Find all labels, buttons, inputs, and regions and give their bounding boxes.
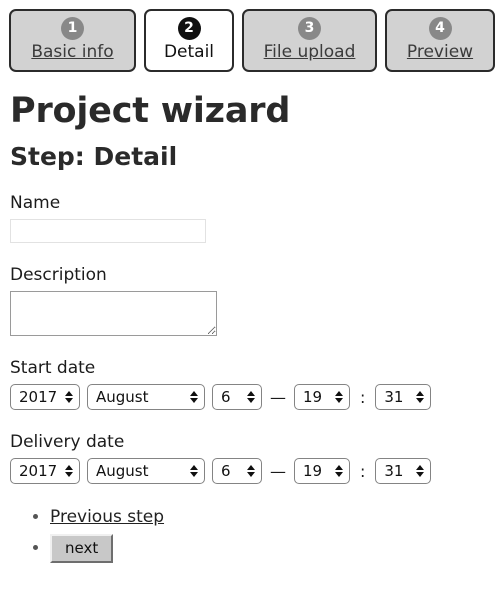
spinner-arrows-icon: [65, 465, 73, 477]
delivery-date-year-value: 2017: [19, 462, 58, 480]
spinner-arrows-icon: [416, 391, 425, 403]
start-date-day-value: 6: [221, 388, 231, 406]
start-date-month-value: August: [96, 388, 149, 406]
delivery-date-minute-value: 31: [384, 462, 404, 480]
spinner-arrows-icon: [190, 391, 198, 403]
step-subtitle: Step: Detail: [10, 142, 178, 171]
start-date-month-select[interactable]: August: [87, 384, 205, 410]
delivery-time-colon-separator: :: [360, 461, 366, 481]
wizard-step-preview[interactable]: 4 Preview: [385, 9, 495, 72]
step-label[interactable]: File upload: [254, 42, 365, 63]
start-date-time-separator: —: [270, 387, 286, 407]
spinner-arrows-icon: [65, 391, 73, 403]
delivery-date-minute-select[interactable]: 31: [375, 458, 432, 484]
step-label: Detail: [163, 42, 215, 62]
delivery-date-month-value: August: [96, 462, 149, 480]
start-date-label: Start date: [10, 358, 96, 378]
wizard-step-tabs: 1 Basic info 2 Detail 3 File upload 4 Pr…: [0, 0, 504, 72]
start-date-year-select[interactable]: 2017: [10, 384, 80, 410]
page-title: Project wizard: [10, 91, 291, 131]
list-item: Previous step: [50, 506, 504, 528]
start-time-colon-separator: :: [360, 387, 366, 407]
delivery-date-day-select[interactable]: 6: [212, 458, 262, 484]
step-number-badge: 3: [298, 17, 321, 40]
detail-form: Name Description Start date 2017 August …: [0, 193, 504, 484]
start-date-year-value: 2017: [19, 388, 58, 406]
delivery-date-label: Delivery date: [10, 432, 125, 452]
delivery-date-row: 2017 August 6 — 19 : 31: [10, 458, 504, 484]
step-number-badge: 1: [61, 17, 84, 40]
wizard-step-basic-info[interactable]: 1 Basic info: [9, 9, 136, 72]
spinner-arrows-icon: [190, 465, 198, 477]
wizard-step-file-upload[interactable]: 3 File upload: [242, 9, 377, 72]
description-label: Description: [10, 265, 107, 285]
delivery-date-year-select[interactable]: 2017: [10, 458, 80, 484]
start-date-row: 2017 August 6 — 19 : 31: [10, 384, 504, 410]
step-number-badge: 4: [428, 17, 452, 40]
list-item: next: [50, 534, 504, 563]
start-date-hour-select[interactable]: 19: [294, 384, 350, 410]
delivery-date-hour-select[interactable]: 19: [294, 458, 350, 484]
wizard-step-detail[interactable]: 2 Detail: [144, 9, 234, 72]
description-textarea[interactable]: [10, 291, 217, 336]
start-date-minute-select[interactable]: 31: [375, 384, 432, 410]
delivery-date-day-value: 6: [221, 462, 231, 480]
spinner-arrows-icon: [247, 465, 255, 477]
spinner-arrows-icon: [416, 465, 425, 477]
step-label[interactable]: Preview: [397, 42, 483, 63]
next-button[interactable]: next: [50, 534, 114, 563]
step-number-badge: 2: [177, 17, 201, 40]
start-date-day-select[interactable]: 6: [212, 384, 262, 410]
delivery-date-month-select[interactable]: August: [87, 458, 205, 484]
wizard-nav-list: Previous step next: [0, 506, 504, 563]
delivery-date-hour-value: 19: [303, 462, 323, 480]
name-label: Name: [10, 193, 61, 213]
previous-step-link[interactable]: Previous step: [50, 507, 164, 527]
spinner-arrows-icon: [247, 391, 255, 403]
spinner-arrows-icon: [335, 391, 343, 403]
step-label[interactable]: Basic info: [21, 42, 124, 63]
name-input[interactable]: [10, 219, 206, 243]
start-date-hour-value: 19: [303, 388, 323, 406]
start-date-minute-value: 31: [384, 388, 404, 406]
spinner-arrows-icon: [335, 465, 343, 477]
delivery-date-time-separator: —: [270, 461, 286, 481]
